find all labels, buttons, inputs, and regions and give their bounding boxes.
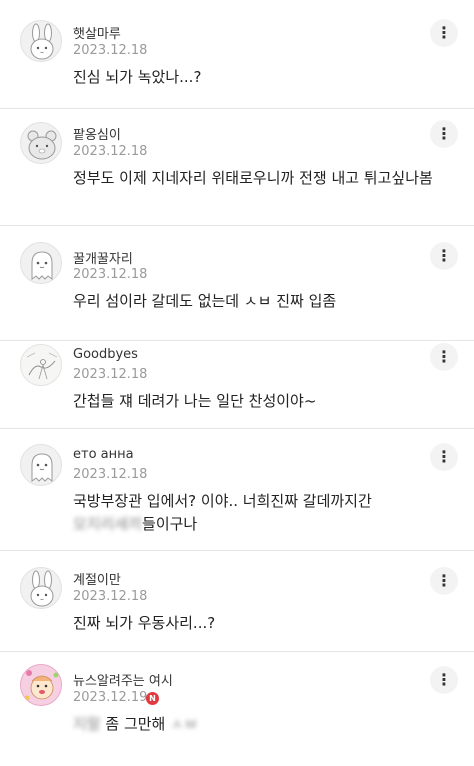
comment-text: 간첩들 쟤 데려가 나는 일단 찬성이야~ xyxy=(73,392,317,410)
new-badge: N xyxy=(146,692,159,705)
comment-date: 2023.12.18 xyxy=(73,43,148,58)
comment-item: 꿀개꿀자리 2023.12.18 우리 섬이라 갈데도 없는데 ㅅㅂ 진짜 입좀… xyxy=(0,226,474,341)
more-options-button[interactable]: ⋮ xyxy=(430,666,458,694)
comment-item: 계절이만 2023.12.18 진짜 뇌가 우동사리...? ⋮ xyxy=(0,551,474,652)
bear-avatar-icon[interactable] xyxy=(20,122,62,164)
comment-item: ето анна 2023.12.18 국방부장관 입에서? 이야.. 너희진짜… xyxy=(0,429,474,551)
ghost-avatar-icon[interactable] xyxy=(20,242,62,284)
comment-author[interactable]: 팥옹심이 xyxy=(73,124,121,143)
more-vertical-icon: ⋮ xyxy=(436,124,452,143)
comment-text: 지랄 좀 그만해 ㅅㅂ xyxy=(73,713,433,736)
comment-author[interactable]: 햇살마루 xyxy=(73,23,121,42)
comment-date: 2023.12.18 xyxy=(73,589,148,604)
more-options-button[interactable]: ⋮ xyxy=(430,443,458,471)
comment-text: 진짜 뇌가 우동사리...? xyxy=(73,614,216,632)
blurred-text: ㅅㅂ xyxy=(170,715,198,733)
blurred-text: 지랄 xyxy=(73,715,101,733)
comment-date: 2023.12.18 xyxy=(73,267,148,282)
more-options-button[interactable]: ⋮ xyxy=(430,19,458,47)
comment-date: 2023.12.18 xyxy=(73,367,148,382)
more-options-button[interactable]: ⋮ xyxy=(430,343,458,371)
comment-item: Goodbyes 2023.12.18 간첩들 쟤 데려가 나는 일단 찬성이야… xyxy=(0,341,474,429)
comment-text: 국방부장관 입에서? 이야.. 너희진짜 갈데까지간 모지리새끼들이구나 xyxy=(73,490,433,536)
comment-item: 햇살마루 2023.12.18 진심 뇌가 녹았나...? ⋮ xyxy=(0,0,474,109)
comment-text: 진심 뇌가 녹았나...? xyxy=(73,68,202,86)
cartoon-character-avatar-icon[interactable] xyxy=(20,664,62,706)
comment-text-mid: 좀 그만해 xyxy=(100,715,171,733)
comment-text-visible: 국방부장관 입에서? 이야.. 너희진짜 갈데까지간 xyxy=(73,492,372,510)
bunny-avatar-icon[interactable] xyxy=(20,20,62,62)
comment-text: 우리 섬이라 갈데도 없는데 ㅅㅂ 진짜 입좀 xyxy=(73,292,337,310)
more-vertical-icon: ⋮ xyxy=(436,447,452,466)
comment-date: 2023.12.18 xyxy=(73,467,148,482)
comment-author[interactable]: 계절이만 xyxy=(73,569,121,588)
more-options-button[interactable]: ⋮ xyxy=(430,242,458,270)
sketch-avatar-icon[interactable] xyxy=(20,344,62,386)
comment-list: 햇살마루 2023.12.18 진심 뇌가 녹았나...? ⋮ 팥옹심이 202… xyxy=(0,0,474,766)
bunny-avatar-icon[interactable] xyxy=(20,567,62,609)
comment-text-tail: 들이구나 xyxy=(142,515,198,533)
comment-author[interactable]: Goodbyes xyxy=(73,347,138,362)
ghost-avatar-icon[interactable] xyxy=(20,444,62,486)
comment-author[interactable]: 뉴스알려주는 여시 xyxy=(73,670,173,689)
more-vertical-icon: ⋮ xyxy=(436,670,452,689)
comment-author[interactable]: ето анна xyxy=(73,447,134,462)
more-options-button[interactable]: ⋮ xyxy=(430,567,458,595)
comment-item: 뉴스알려주는 여시 2023.12.19 N 지랄 좀 그만해 ㅅㅂ ⋮ xyxy=(0,652,474,766)
more-vertical-icon: ⋮ xyxy=(436,571,452,590)
comment-date: 2023.12.18 xyxy=(73,144,148,159)
more-options-button[interactable]: ⋮ xyxy=(430,120,458,148)
blurred-text: 모지리새끼 xyxy=(73,515,143,533)
comment-date: 2023.12.19 xyxy=(73,690,148,705)
comment-item: 팥옹심이 2023.12.18 정부도 이제 지네자리 위태로우니까 전쟁 내고… xyxy=(0,109,474,226)
more-vertical-icon: ⋮ xyxy=(436,246,452,265)
comment-author[interactable]: 꿀개꿀자리 xyxy=(73,248,133,267)
comment-text: 정부도 이제 지네자리 위태로우니까 전쟁 내고 튀고싶나봄 xyxy=(73,169,433,187)
more-vertical-icon: ⋮ xyxy=(436,347,452,366)
more-vertical-icon: ⋮ xyxy=(436,23,452,42)
